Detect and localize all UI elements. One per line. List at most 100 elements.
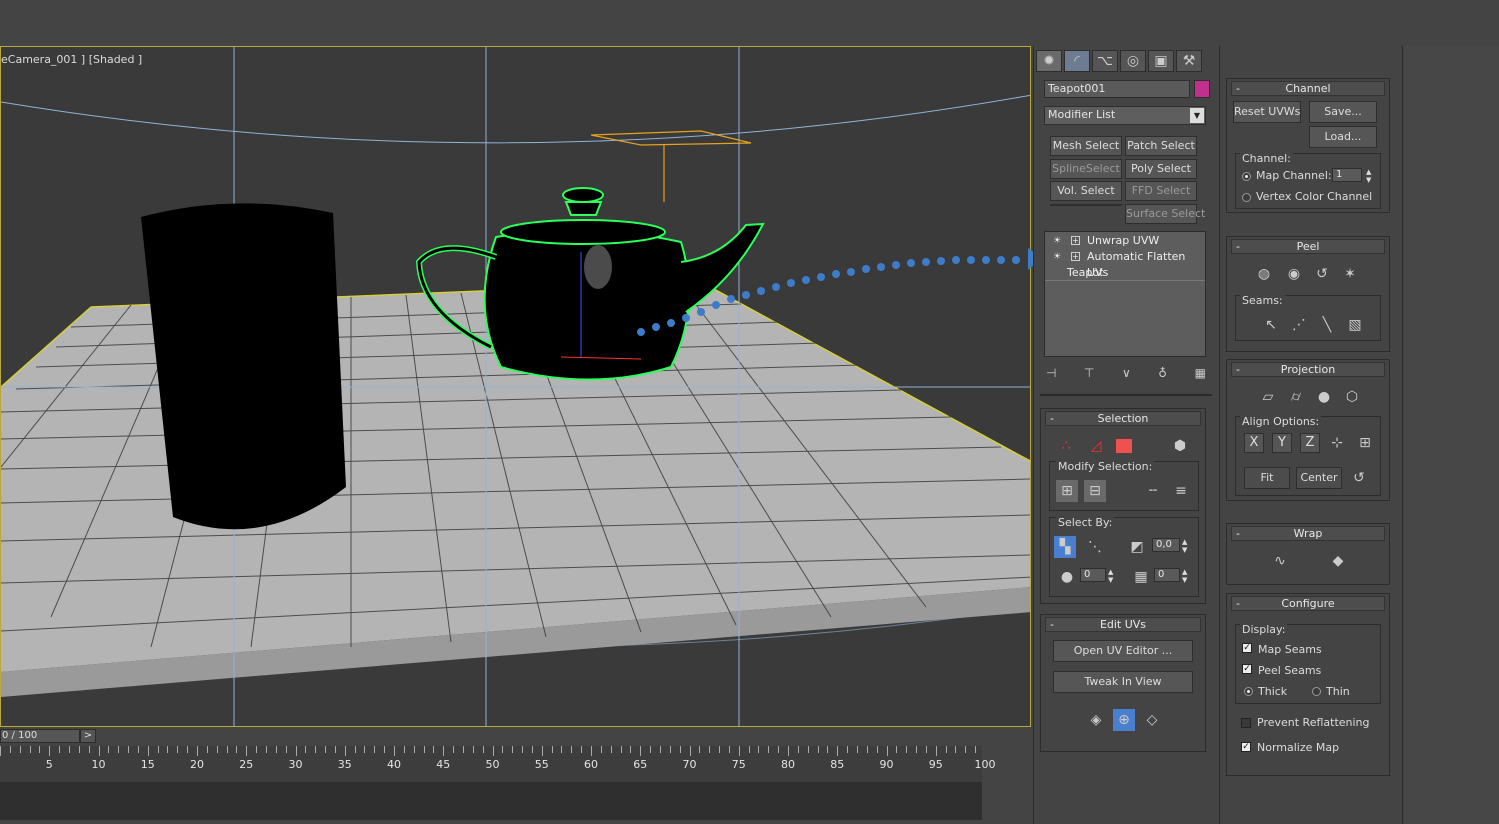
selection-title[interactable]: - Selection — [1045, 411, 1201, 426]
object-color-swatch[interactable] — [1194, 80, 1210, 98]
hierarchy-tab-icon[interactable]: ⌥ — [1092, 50, 1118, 72]
quick-peel-icon[interactable]: ⊕ — [1113, 709, 1135, 731]
planar-map-icon[interactable]: ▱ — [1257, 386, 1279, 408]
planar-angle-icon[interactable]: ◩ — [1126, 536, 1148, 558]
next-frame-button[interactable]: > — [80, 729, 96, 743]
create-tab-icon[interactable]: ✹ — [1036, 50, 1062, 72]
edge-icon[interactable]: ◿ — [1085, 435, 1107, 457]
wrap-title[interactable]: - Wrap — [1231, 526, 1385, 541]
grow-icon[interactable]: ⊞ — [1056, 480, 1078, 502]
map-channel-field[interactable]: 1 — [1332, 168, 1362, 182]
edit-seams-icon[interactable]: ↖ — [1260, 314, 1282, 336]
vertex-color-radio[interactable] — [1242, 193, 1251, 202]
reset-projection-icon[interactable]: ↺ — [1348, 467, 1370, 489]
spin1-field[interactable]: 0 — [1080, 568, 1106, 582]
modify-tab-icon[interactable]: ◜ — [1064, 50, 1090, 72]
grid-select-icon[interactable]: ▦ — [1130, 566, 1152, 588]
spherical-map-icon[interactable]: ● — [1313, 386, 1335, 408]
align-x-button[interactable]: X — [1244, 433, 1264, 453]
remove-modifier-icon[interactable]: ♁ — [1158, 366, 1167, 386]
quick-planar-icon[interactable]: ◈ — [1085, 709, 1107, 731]
display-tab-icon[interactable]: ▣ — [1148, 50, 1174, 72]
pin-icon[interactable]: ✶ — [1339, 263, 1361, 285]
align-to-view-icon[interactable]: ⊞ — [1354, 432, 1376, 454]
spinner-icon[interactable]: ▲ ▼ — [1182, 538, 1187, 554]
show-end-result-icon[interactable]: ⊤ — [1084, 366, 1094, 386]
quick-peel-icon[interactable]: ◍ — [1253, 263, 1275, 285]
expand-icon[interactable]: + — [1071, 252, 1080, 261]
projection-title[interactable]: - Projection — [1231, 362, 1385, 377]
motion-tab-icon[interactable]: ◎ — [1120, 50, 1146, 72]
prevent-reflattening-checkbox[interactable] — [1241, 718, 1251, 728]
channel-title[interactable]: - Channel — [1231, 81, 1385, 96]
open-uv-editor-button[interactable]: Open UV Editor ... — [1053, 640, 1193, 662]
stack-item-automatic-flatten[interactable]: ☀ + Automatic Flatten UVs — [1045, 249, 1205, 279]
unfold-strip-icon[interactable]: ◆ — [1327, 550, 1349, 572]
expand-icon[interactable]: + — [1071, 236, 1080, 245]
align-y-button[interactable]: Y — [1272, 433, 1292, 453]
edit-uvs-title[interactable]: - Edit UVs — [1045, 617, 1201, 632]
spinner-icon[interactable]: ▲ ▼ — [1182, 568, 1187, 584]
peel-mode-icon[interactable]: ◉ — [1283, 263, 1305, 285]
sphere-icon[interactable]: ● — [1056, 566, 1078, 588]
vertex-icon[interactable]: ∴ — [1055, 435, 1077, 457]
mesh-select-button[interactable]: Mesh Select — [1050, 136, 1122, 156]
surface-select-button[interactable]: Surface Select — [1125, 204, 1205, 224]
thin-radio[interactable] — [1312, 687, 1321, 696]
time-slider[interactable]: 0 / 100 — [0, 729, 80, 743]
quick-map-icon[interactable]: ◇ — [1141, 709, 1163, 731]
element-icon[interactable]: ⬢ — [1169, 435, 1191, 457]
thick-radio[interactable] — [1244, 687, 1253, 696]
point-to-point-seams-icon[interactable]: ⋰ — [1288, 314, 1310, 336]
load-button[interactable]: Load... — [1309, 126, 1377, 148]
edge-seams-icon[interactable]: ╲ — [1316, 314, 1338, 336]
patch-select-button[interactable]: Patch Select — [1125, 136, 1197, 156]
reset-peel-icon[interactable]: ↺ — [1311, 263, 1333, 285]
viewport-label[interactable]: eCamera_001 ] [Shaded ] — [1, 53, 142, 66]
fit-button[interactable]: Fit — [1244, 467, 1290, 489]
spline-map-icon[interactable]: ∿ — [1269, 550, 1291, 572]
stack-item-teapot[interactable]: Teapot — [1045, 265, 1205, 281]
ffd-select-button[interactable]: FFD Select — [1125, 181, 1197, 201]
modifier-stack[interactable]: ☀ + Unwrap UVW ☀ + Automatic Flatten UVs… — [1044, 231, 1206, 357]
spinner-icon[interactable]: ▲ ▼ — [1366, 168, 1371, 184]
center-button[interactable]: Center — [1296, 467, 1342, 489]
configure-sets-icon[interactable]: ▦ — [1195, 366, 1206, 386]
box-map-icon[interactable]: ⬡ — [1341, 386, 1363, 408]
vol-select-button[interactable]: Vol. Select — [1050, 181, 1122, 201]
spin2-field[interactable]: 0 — [1154, 568, 1180, 582]
tweak-in-view-button[interactable]: Tweak In View — [1053, 671, 1193, 693]
map-channel-radio[interactable] — [1242, 172, 1251, 181]
threshold-field[interactable]: 0,0 — [1152, 538, 1180, 552]
normalize-map-checkbox[interactable]: ✓ — [1241, 742, 1251, 752]
make-unique-icon[interactable]: ∨ — [1122, 366, 1131, 386]
object-name-field[interactable]: Teapot001 — [1044, 80, 1190, 98]
cylindrical-map-icon[interactable]: ⌭ — [1285, 386, 1307, 408]
shrink-icon[interactable]: ⊟ — [1084, 480, 1106, 502]
lightbulb-icon[interactable]: ☀ — [1053, 233, 1061, 249]
modifier-list-dropdown[interactable]: Modifier List ▼ — [1044, 106, 1206, 125]
polygon-icon[interactable] — [1113, 435, 1135, 457]
select-element-icon[interactable]: ▚ — [1054, 536, 1076, 558]
configure-title[interactable]: - Configure — [1231, 596, 1385, 611]
lightbulb-icon[interactable]: ☀ — [1053, 249, 1061, 265]
ring-icon[interactable]: ≡ — [1170, 480, 1192, 502]
poly-select-button[interactable]: Poly Select — [1125, 159, 1197, 179]
pin-stack-icon[interactable]: ⊣ — [1046, 366, 1056, 386]
camera-viewport[interactable]: eCamera_001 ] [Shaded ] — [0, 46, 1031, 727]
empty-slot-button[interactable] — [1050, 204, 1122, 206]
loop-icon[interactable]: ╌ — [1142, 480, 1164, 502]
convert-seams-icon[interactable]: ▧ — [1344, 314, 1366, 336]
spline-select-button[interactable]: SplineSelect — [1050, 159, 1122, 179]
spinner-icon[interactable]: ▲ ▼ — [1108, 568, 1113, 584]
stack-item-unwrap-uvw[interactable]: ☀ + Unwrap UVW — [1045, 233, 1205, 249]
track-bar[interactable]: 5 10 15 20 25 30 35 40 45 50 55 60 65 70 75 80 85 90 95 100 — [0, 746, 996, 782]
save-button[interactable]: Save... — [1309, 101, 1377, 123]
peel-title[interactable]: - Peel — [1231, 239, 1385, 254]
map-seams-checkbox[interactable]: ✓ — [1242, 643, 1252, 653]
peel-seams-checkbox[interactable]: ✓ — [1242, 664, 1252, 674]
utilities-tab-icon[interactable]: ⚒ — [1176, 50, 1202, 72]
select-by-edge-icon[interactable]: ⋱ — [1084, 536, 1106, 558]
align-z-button[interactable]: Z — [1300, 433, 1320, 453]
best-align-icon[interactable]: ⊹ — [1326, 432, 1348, 454]
